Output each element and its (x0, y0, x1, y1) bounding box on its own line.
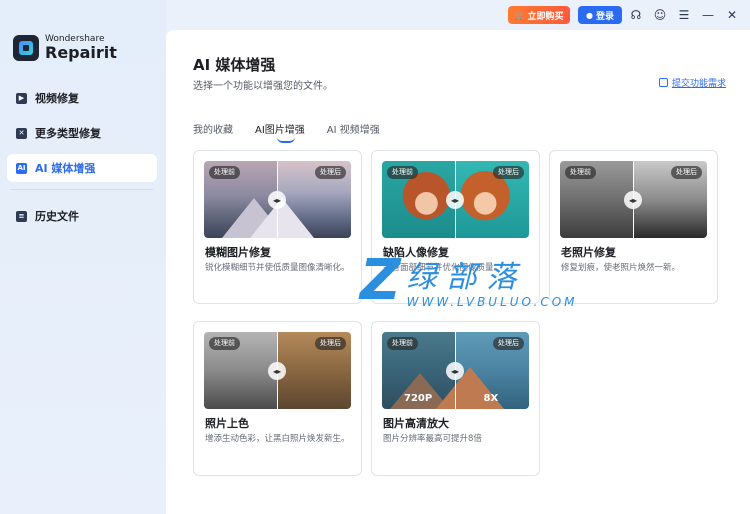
repairit-logo-icon (13, 35, 39, 61)
chat-icon[interactable]: ☺ (652, 7, 668, 23)
user-icon: ● (586, 10, 593, 20)
card-upscale[interactable]: 720P 8X ◂▸ 处理前 处理后 图片高清放大 图片分辨率最高可提升8倍 (371, 321, 540, 476)
card-preview: ◂▸ 处理前 处理后 (382, 161, 529, 238)
card-title: 照片上色 (205, 417, 249, 430)
card-desc: 增添生动色彩，让黑白照片焕发新生。 (205, 434, 350, 444)
card-title: 模糊图片修复 (205, 246, 271, 259)
card-desc: 完善面部细节并优化图像质量。 (383, 263, 503, 273)
compare-handle-icon[interactable]: ◂▸ (268, 362, 286, 380)
after-tag: 处理后 (671, 166, 702, 179)
before-resolution: 720P (404, 393, 433, 404)
before-tag: 处理前 (565, 166, 596, 179)
minimize-icon[interactable]: — (700, 7, 716, 23)
page-subtitle: 选择一个功能以增强您的文件。 (193, 81, 333, 92)
brand-big: Repairit (45, 43, 117, 62)
buy-button-label: 立即购买 (527, 11, 564, 22)
sidebar-item-label: 视频修复 (35, 92, 79, 105)
wrench-icon: ✕ (16, 127, 27, 139)
sidebar-item-history[interactable]: ≡ 历史文件 (7, 202, 157, 230)
sidebar-item-label: 更多类型修复 (35, 127, 101, 140)
document-icon: ≡ (16, 210, 27, 222)
sidebar-item-video-repair[interactable]: ▶ 视频修复 (7, 84, 157, 112)
card-preview: ◂▸ 处理前 处理后 (560, 161, 707, 238)
card-title: 缺陷人像修复 (383, 246, 449, 259)
feedback-link[interactable]: 提交功能需求 (659, 76, 726, 89)
compare-handle-icon[interactable]: ◂▸ (624, 191, 642, 209)
play-icon: ▶ (16, 92, 27, 104)
sidebar-item-ai-enhance[interactable]: AI AI 媒体增强 (7, 154, 157, 182)
ai-icon: AI (16, 162, 27, 174)
card-portrait-repair[interactable]: ◂▸ 处理前 处理后 缺陷人像修复 完善面部细节并优化图像质量。 (371, 150, 540, 304)
card-blur-repair[interactable]: ◂▸ 处理前 处理后 模糊图片修复 锐化模糊细节并使低质量图像清晰化。 (193, 150, 362, 304)
login-button[interactable]: ● 登录 (578, 6, 622, 24)
after-tag: 处理后 (315, 337, 346, 350)
menu-icon[interactable]: ☰ (676, 7, 692, 23)
after-resolution: 8X (483, 393, 499, 404)
card-old-photo-repair[interactable]: ◂▸ 处理前 处理后 老照片修复 修复划痕，使老照片焕然一新。 (549, 150, 718, 304)
close-icon[interactable]: ✕ (724, 7, 740, 23)
edit-icon (659, 78, 668, 87)
sidebar-item-label: 历史文件 (35, 210, 79, 223)
before-tag: 处理前 (209, 337, 240, 350)
tab-ai-video[interactable]: AI 视频增强 (327, 121, 380, 136)
sidebar-item-label: AI 媒体增强 (35, 162, 96, 175)
card-preview: ◂▸ 处理前 处理后 (204, 161, 351, 238)
cart-icon: 🛒 (514, 10, 525, 20)
after-tag: 处理后 (315, 166, 346, 179)
sidebar: Wondershare Repairit ▶ 视频修复 ✕ 更多类型修复 AI … (0, 0, 166, 514)
title-bar: 🛒 立即购买 ● 登录 ☊ ☺ ☰ — ✕ (166, 0, 750, 30)
card-desc: 修复划痕，使老照片焕然一新。 (561, 263, 681, 273)
feedback-label: 提交功能需求 (672, 79, 727, 89)
before-tag: 处理前 (209, 166, 240, 179)
tab-bar: 我的收藏 AI图片增强 AI 视频增强 (193, 121, 402, 143)
card-colorize[interactable]: ◂▸ 处理前 处理后 照片上色 增添生动色彩，让黑白照片焕发新生。 (193, 321, 362, 476)
after-tag: 处理后 (493, 337, 524, 350)
tab-ai-image[interactable]: AI图片增强 (255, 121, 305, 143)
login-button-label: 登录 (595, 11, 614, 22)
sidebar-divider (11, 189, 153, 190)
tab-favorites[interactable]: 我的收藏 (193, 121, 233, 136)
card-desc: 锐化模糊细节并使低质量图像清晰化。 (205, 263, 350, 273)
compare-handle-icon[interactable]: ◂▸ (446, 362, 464, 380)
card-title: 老照片修复 (561, 246, 616, 259)
compare-handle-icon[interactable]: ◂▸ (268, 191, 286, 209)
headset-icon[interactable]: ☊ (628, 7, 644, 23)
main-panel: AI 媒体增强 选择一个功能以增强您的文件。 提交功能需求 我的收藏 AI图片增… (166, 30, 750, 514)
buy-button[interactable]: 🛒 立即购买 (508, 6, 570, 24)
card-desc: 图片分辨率最高可提升8倍 (383, 434, 482, 444)
card-preview: 720P 8X ◂▸ 处理前 处理后 (382, 332, 529, 409)
before-tag: 处理前 (387, 166, 418, 179)
after-tag: 处理后 (493, 166, 524, 179)
sidebar-nav: ▶ 视频修复 ✕ 更多类型修复 AI AI 媒体增强 ≡ 历史文件 (7, 84, 157, 237)
app-logo: Wondershare Repairit (13, 35, 117, 61)
sidebar-item-more-repair[interactable]: ✕ 更多类型修复 (7, 119, 157, 147)
before-tag: 处理前 (387, 337, 418, 350)
page-title: AI 媒体增强 (193, 56, 276, 74)
compare-handle-icon[interactable]: ◂▸ (446, 191, 464, 209)
card-title: 图片高清放大 (383, 417, 449, 430)
card-preview: ◂▸ 处理前 处理后 (204, 332, 351, 409)
